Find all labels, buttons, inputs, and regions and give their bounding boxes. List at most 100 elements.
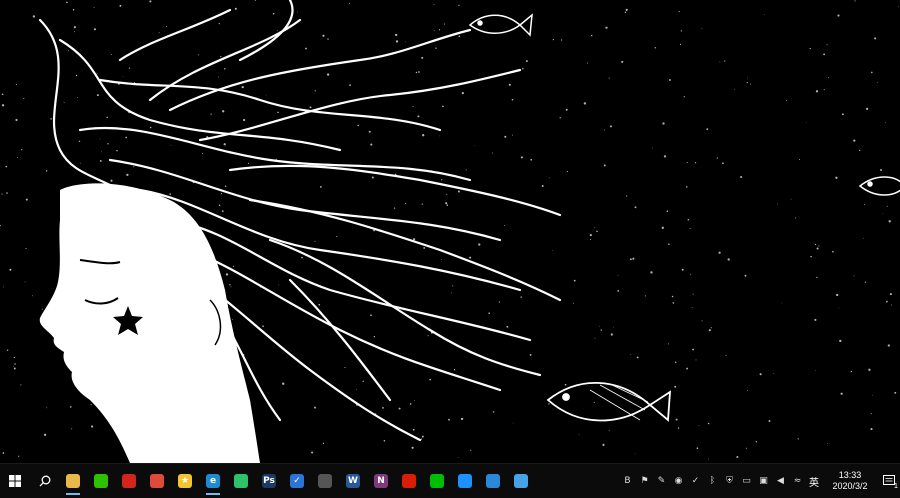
- star: [370, 314, 372, 317]
- notification-center-button[interactable]: 1: [878, 466, 900, 496]
- desktop[interactable]: [0, 0, 900, 463]
- star: [806, 122, 807, 123]
- star: [853, 275, 855, 277]
- star: [395, 40, 399, 43]
- star: [708, 458, 710, 460]
- star: [50, 118, 52, 120]
- star: [578, 434, 580, 436]
- star: [119, 4, 122, 7]
- star: [725, 354, 727, 356]
- star: [564, 383, 567, 386]
- star: [548, 403, 550, 405]
- network-icon[interactable]: ▣: [757, 475, 770, 488]
- star: [678, 10, 680, 13]
- input-method-indicator[interactable]: 英: [809, 474, 819, 489]
- flag-icon[interactable]: ⚑: [638, 475, 651, 488]
- taskbar-app-acrobat[interactable]: [116, 466, 142, 496]
- speaker-icon[interactable]: ◀: [774, 475, 787, 488]
- star: [357, 124, 360, 127]
- star: [6, 192, 8, 194]
- star: [24, 281, 26, 283]
- star: [672, 302, 675, 304]
- star: [668, 243, 670, 245]
- taskbar-app-edge[interactable]: e: [200, 466, 226, 496]
- start-button[interactable]: [0, 466, 30, 496]
- pen-icon[interactable]: ✎: [655, 475, 668, 488]
- star: [675, 418, 678, 421]
- taskbar-app-file-explorer[interactable]: [60, 466, 86, 496]
- star: [23, 97, 25, 99]
- star: [560, 39, 563, 41]
- star: [520, 296, 522, 298]
- star: [865, 107, 869, 111]
- check-tray-icon[interactable]: ✓: [689, 475, 702, 488]
- star: [404, 41, 406, 43]
- wechat-tray-icon[interactable]: ◉: [672, 475, 685, 488]
- star: [91, 425, 94, 428]
- taskbar-app-favorites[interactable]: ★: [172, 466, 198, 496]
- star: [18, 455, 20, 457]
- star: [668, 79, 671, 81]
- taskbar-app-wechat[interactable]: [88, 466, 114, 496]
- star: [587, 62, 588, 64]
- b-icon[interactable]: B: [621, 475, 634, 488]
- taskbar-app-netease-music[interactable]: [396, 466, 422, 496]
- star: [32, 15, 36, 18]
- star: [840, 392, 843, 395]
- star: [695, 359, 697, 361]
- battery-icon[interactable]: ▭: [740, 475, 753, 488]
- star: [594, 337, 596, 339]
- star: [453, 369, 456, 371]
- taskbar-app-chrome[interactable]: [144, 466, 170, 496]
- star: [719, 61, 721, 63]
- star: [634, 206, 637, 209]
- star: [722, 162, 724, 165]
- wifi-icon[interactable]: ≈: [791, 475, 804, 488]
- taskbar-app-photoshop[interactable]: Ps: [256, 466, 282, 496]
- star: [889, 293, 892, 296]
- star: [63, 102, 65, 104]
- star: [686, 186, 688, 188]
- star: [158, 32, 160, 34]
- star: [608, 77, 610, 79]
- taskbar-app-onenote[interactable]: N: [368, 466, 394, 496]
- star: [746, 81, 748, 84]
- star: [681, 268, 684, 271]
- star: [229, 284, 231, 286]
- taskbar-app-mail-app[interactable]: [480, 466, 506, 496]
- star: [666, 210, 669, 212]
- bluetooth-icon[interactable]: ᛒ: [706, 475, 719, 488]
- star: [99, 159, 102, 162]
- taskbar-app-word[interactable]: W: [340, 466, 366, 496]
- star: [2, 286, 4, 288]
- star: [718, 251, 721, 254]
- star: [460, 417, 464, 421]
- shield-icon[interactable]: ⛨: [723, 475, 736, 488]
- star: [689, 227, 691, 229]
- star: [552, 38, 554, 41]
- taskbar-app-browser[interactable]: [452, 466, 478, 496]
- star: [371, 176, 374, 179]
- star: [854, 0, 856, 2]
- taskbar-app-chat-app[interactable]: [508, 466, 534, 496]
- taskbar-app-tasks[interactable]: ✓: [284, 466, 310, 496]
- clock[interactable]: 13:33 2020/3/2: [826, 470, 874, 492]
- star: [210, 113, 212, 115]
- star: [278, 284, 280, 286]
- star: [348, 2, 350, 4]
- star: [46, 407, 48, 409]
- star: [810, 255, 812, 258]
- star: [632, 257, 635, 260]
- taskbar-app-notes[interactable]: [228, 466, 254, 496]
- star: [5, 165, 8, 168]
- star: [101, 151, 102, 153]
- star: [126, 173, 129, 177]
- star: [552, 249, 554, 251]
- tasks-icon: ✓: [290, 474, 304, 488]
- star: [529, 353, 532, 356]
- taskbar-app-keyboard[interactable]: [312, 466, 338, 496]
- star: [107, 143, 109, 145]
- search-button[interactable]: [30, 466, 60, 496]
- star: [314, 90, 316, 92]
- taskbar-app-iqiyi[interactable]: [424, 466, 450, 496]
